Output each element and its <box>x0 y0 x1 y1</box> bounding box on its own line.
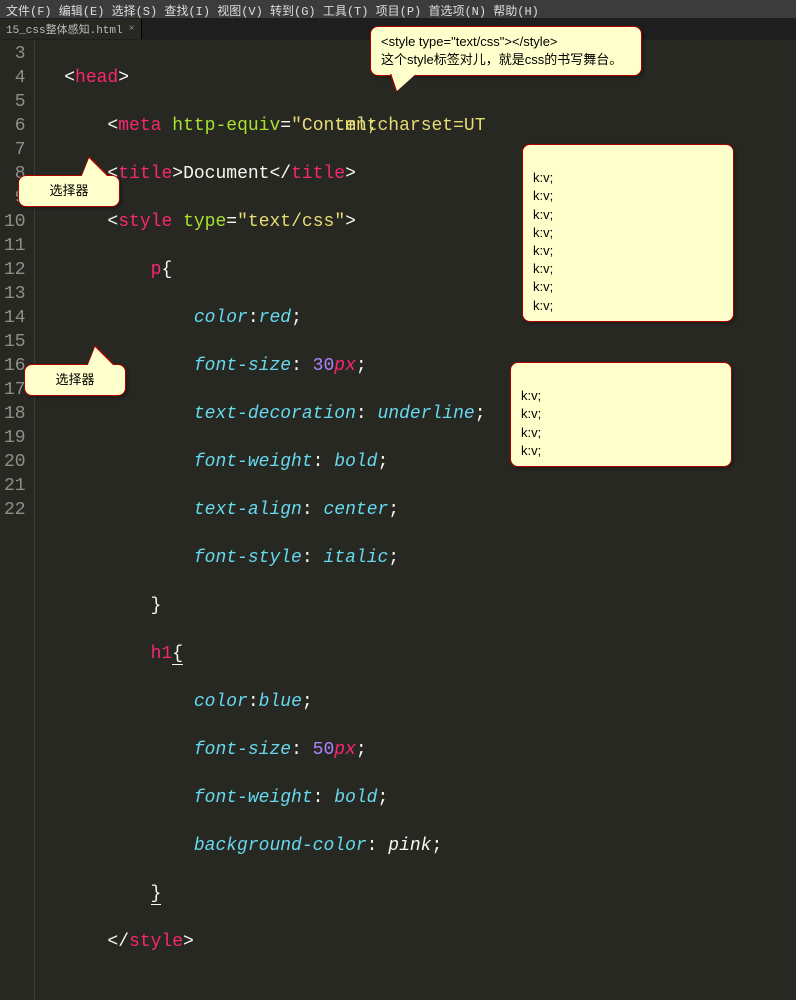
callout-selector-2: 选择器 <box>24 364 126 396</box>
callout-text: 选择器 <box>55 372 94 387</box>
callout-kv-2: k:v; k:v; k:v; k:v; <box>510 362 732 467</box>
menubar[interactable]: 文件(F) 编辑(E) 选择(S) 查找(I) 视图(V) 转到(G) 工具(T… <box>0 0 796 18</box>
callout-style-note: <style type="text/css"></style> 这个style标… <box>370 26 642 76</box>
callout-text: 这个style标签对儿，就是css的书写舞台。 <box>381 51 631 69</box>
tab-label: 15_css整体感知.html <box>6 21 123 37</box>
callout-text: <style type="text/css"></style> <box>381 33 631 51</box>
callout-selector-1: 选择器 <box>18 175 120 207</box>
callout-text: 选择器 <box>49 183 88 198</box>
close-icon[interactable]: × <box>129 24 135 35</box>
callout-kv-1: k:v; k:v; k:v; k:v; k:v; k:v; k:v; k:v; <box>522 144 734 322</box>
tab-editor[interactable]: 15_css整体感知.html × <box>0 19 142 39</box>
callout-text: k:v; k:v; k:v; k:v; k:v; k:v; k:v; k:v; <box>533 170 553 312</box>
callout-text: k:v; k:v; k:v; k:v; <box>521 388 541 458</box>
